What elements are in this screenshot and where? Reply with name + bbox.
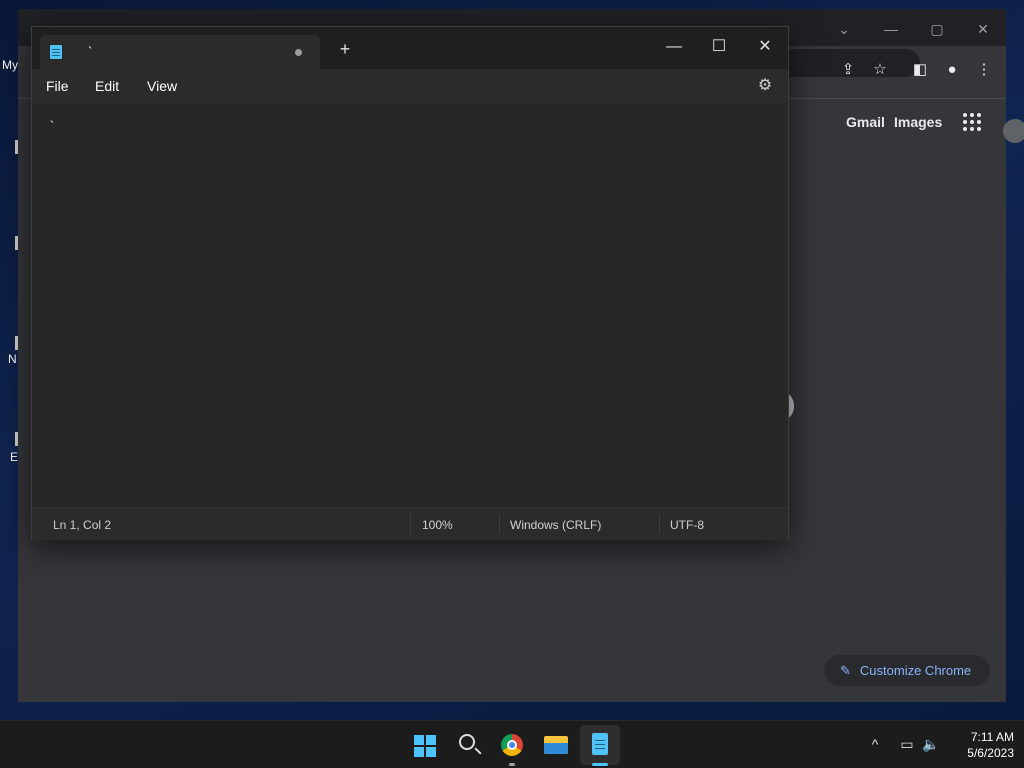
- windows-logo-icon: [414, 735, 436, 757]
- menu-file[interactable]: File: [46, 78, 69, 94]
- customize-chrome-label: Customize Chrome: [859, 663, 972, 678]
- chrome-taskbar-button[interactable]: [492, 725, 532, 766]
- notepad-titlebar: ` + — ☐ ✕: [32, 27, 788, 69]
- status-divider: [659, 514, 660, 534]
- account-avatar[interactable]: [1003, 119, 1024, 143]
- share-icon[interactable]: ⇪: [839, 61, 857, 79]
- chevron-up-icon[interactable]: ^: [866, 735, 884, 753]
- menu-view[interactable]: View: [147, 78, 177, 94]
- clock-time: 7:11 AM: [970, 730, 1014, 744]
- pencil-icon: ✎: [840, 662, 851, 678]
- tab-title: `: [88, 44, 93, 59]
- encoding: UTF-8: [670, 518, 704, 532]
- notepad-window: ` + — ☐ ✕ File Edit View ⚙ ` Ln 1, Col 2…: [31, 26, 789, 540]
- images-link[interactable]: Images: [894, 114, 942, 130]
- desktop-icon-label[interactable]: N: [8, 352, 17, 366]
- notepad-tab[interactable]: `: [40, 35, 320, 69]
- volume-icon[interactable]: 🔈: [922, 735, 940, 753]
- menu-bar: File Edit View ⚙: [32, 69, 788, 103]
- customize-chrome-button[interactable]: ✎ Customize Chrome: [824, 655, 990, 686]
- menu-edit[interactable]: Edit: [95, 78, 119, 94]
- clock[interactable]: 7:11 AM 5/6/2023: [950, 729, 1014, 761]
- text-editor[interactable]: `: [32, 103, 788, 507]
- line-ending: Windows (CRLF): [510, 518, 602, 532]
- new-tab-icon[interactable]: +: [337, 40, 353, 58]
- zoom-level: 100%: [422, 518, 453, 532]
- tab-search-icon[interactable]: ⌄: [836, 21, 852, 37]
- minimize-icon[interactable]: —: [660, 33, 688, 61]
- close-icon[interactable]: ✕: [751, 33, 779, 61]
- unsaved-dot-icon[interactable]: [295, 49, 302, 56]
- notepad-icon: [592, 733, 608, 755]
- status-divider: [410, 514, 411, 534]
- maximize-icon[interactable]: ☐: [705, 33, 733, 61]
- notepad-icon: [50, 45, 62, 59]
- minimize-icon[interactable]: —: [883, 21, 899, 37]
- status-divider: [499, 514, 500, 534]
- start-button[interactable]: [404, 725, 444, 765]
- search-icon: [459, 734, 475, 750]
- editor-content: `: [48, 119, 56, 134]
- gmail-link[interactable]: Gmail: [846, 114, 885, 130]
- desktop-icon-label[interactable]: My: [2, 58, 18, 72]
- menu-kebab-icon[interactable]: ⋮: [975, 61, 993, 79]
- desktop-icon-label[interactable]: E: [10, 450, 18, 464]
- status-bar: Ln 1, Col 2 100% Windows (CRLF) UTF-8: [32, 507, 788, 540]
- profile-icon[interactable]: ●: [943, 61, 961, 79]
- gear-icon[interactable]: ⚙: [756, 77, 774, 95]
- file-explorer-button[interactable]: [536, 725, 576, 765]
- folder-icon: [544, 736, 568, 754]
- chrome-icon: [501, 734, 523, 756]
- taskbar: ^ ▭ 🔈 7:11 AM 5/6/2023: [0, 720, 1024, 768]
- bookmark-star-icon[interactable]: ☆: [871, 61, 889, 79]
- clock-date: 5/6/2023: [967, 746, 1014, 760]
- google-apps-icon[interactable]: [963, 113, 981, 131]
- running-indicator: [509, 763, 515, 766]
- search-button[interactable]: [448, 725, 488, 765]
- close-icon[interactable]: ✕: [975, 21, 991, 37]
- maximize-icon[interactable]: ▢: [929, 21, 945, 37]
- network-icon[interactable]: ▭: [898, 735, 916, 753]
- cursor-position: Ln 1, Col 2: [53, 518, 112, 532]
- notepad-taskbar-button[interactable]: [580, 725, 620, 766]
- side-panel-icon[interactable]: ◧: [911, 61, 929, 79]
- active-indicator: [592, 763, 608, 766]
